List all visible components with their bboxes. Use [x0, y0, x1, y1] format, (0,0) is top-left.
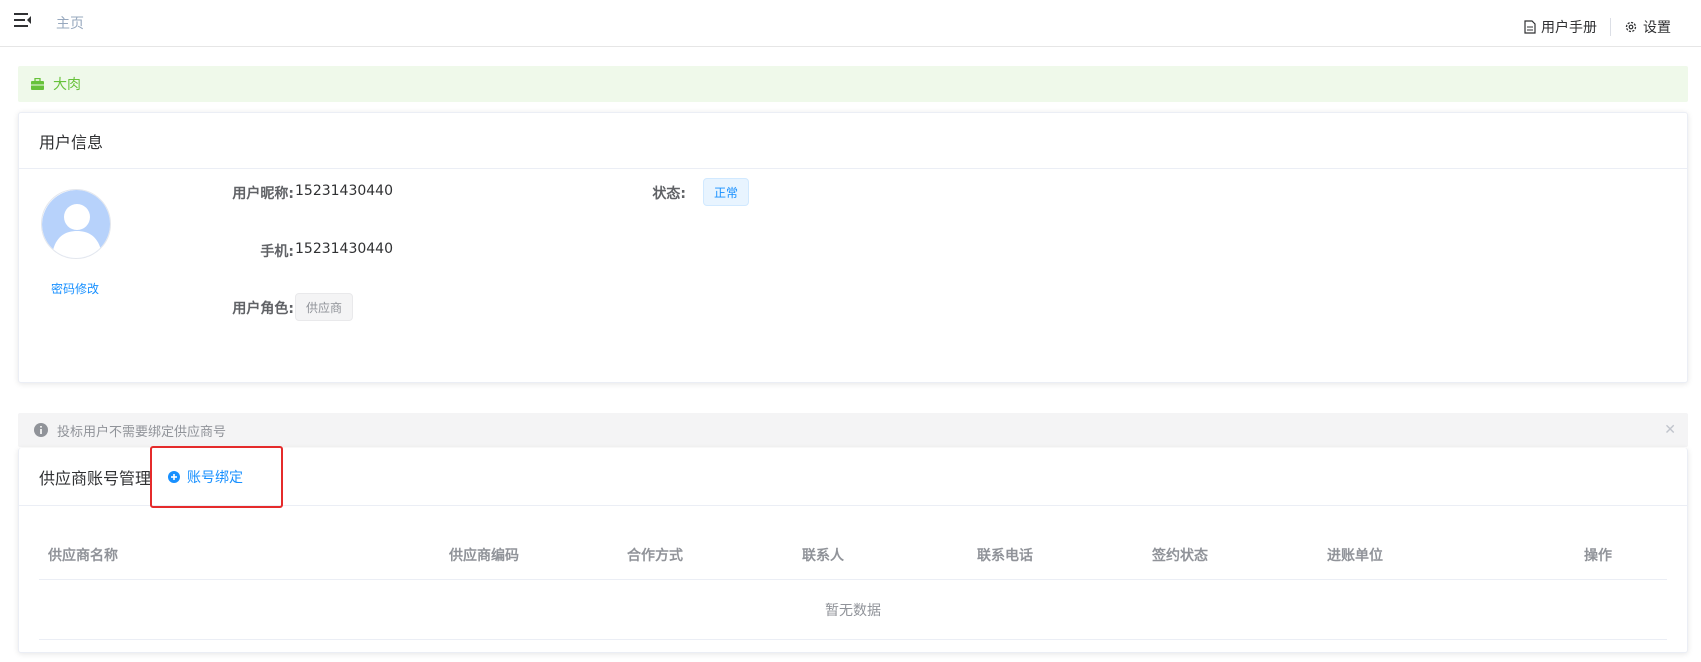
nickname-label: 用户昵称: [232, 186, 294, 202]
supplier-table-header: 供应商名称 供应商编码 合作方式 联系人 联系电话 签约状态 进账单位 操作 [39, 526, 1667, 580]
alert-text: 投标用户不需要绑定供应商号 [57, 424, 227, 440]
supplier-account-card: 供应商账号管理 账号绑定 供应商名称 供应商编码 合作方式 联系人 联系电话 签… [18, 448, 1688, 653]
role-label: 用户角色: [232, 301, 294, 317]
menu-toggle-icon[interactable] [14, 12, 32, 28]
column-header[interactable]: 签约状态 [1152, 545, 1208, 565]
plus-circle-icon [168, 470, 181, 483]
gear-icon [1625, 21, 1637, 33]
bind-account-button[interactable]: 账号绑定 [168, 467, 243, 487]
bind-account-label: 账号绑定 [187, 469, 244, 486]
column-header[interactable]: 供应商名称 [48, 545, 118, 565]
account-banner: 大肉 [18, 66, 1688, 102]
settings-link[interactable]: 设置 [1624, 17, 1671, 37]
close-icon[interactable]: ✕ [1664, 422, 1676, 438]
status-label: 状态: [652, 186, 686, 202]
user-manual-label: 用户手册 [1541, 20, 1597, 36]
empty-table-message: 暂无数据 [39, 580, 1667, 640]
header-divider [1610, 18, 1611, 36]
phone-label: 手机: [260, 244, 294, 260]
column-header[interactable]: 联系人 [802, 545, 844, 565]
change-password-link[interactable]: 密码修改 [51, 280, 99, 297]
column-header[interactable]: 联系电话 [977, 545, 1033, 565]
top-navbar: 主页 用户手册 设置 [0, 0, 1701, 47]
supplier-card-header: 供应商账号管理 账号绑定 [19, 448, 1687, 506]
avatar [41, 189, 111, 259]
info-icon [34, 423, 48, 437]
user-info-title: 用户信息 [19, 113, 1687, 169]
column-header[interactable]: 合作方式 [627, 545, 683, 565]
user-manual-link[interactable]: 用户手册 [1524, 17, 1597, 37]
breadcrumb-home[interactable]: 主页 [56, 13, 84, 33]
banner-text: 大肉 [53, 77, 81, 93]
document-icon [1524, 20, 1536, 34]
user-info-card: 用户信息 密码修改 用户昵称: 15231430440 状态: 正常 手机: 1… [18, 112, 1688, 383]
settings-label: 设置 [1643, 20, 1671, 36]
supplier-card-title: 供应商账号管理 [39, 468, 152, 488]
info-alert: 投标用户不需要绑定供应商号 ✕ [18, 413, 1688, 447]
column-header[interactable]: 进账单位 [1327, 545, 1383, 565]
column-header[interactable]: 供应商编码 [449, 545, 519, 565]
role-badge: 供应商 [295, 293, 354, 321]
column-header[interactable]: 操作 [1584, 545, 1612, 565]
phone-value: 15231430440 [295, 241, 393, 257]
header-actions: 用户手册 设置 [1524, 17, 1671, 37]
user-avatar-icon [42, 190, 110, 258]
nickname-value: 15231430440 [295, 183, 393, 199]
briefcase-icon [31, 78, 44, 90]
status-badge: 正常 [703, 178, 750, 206]
